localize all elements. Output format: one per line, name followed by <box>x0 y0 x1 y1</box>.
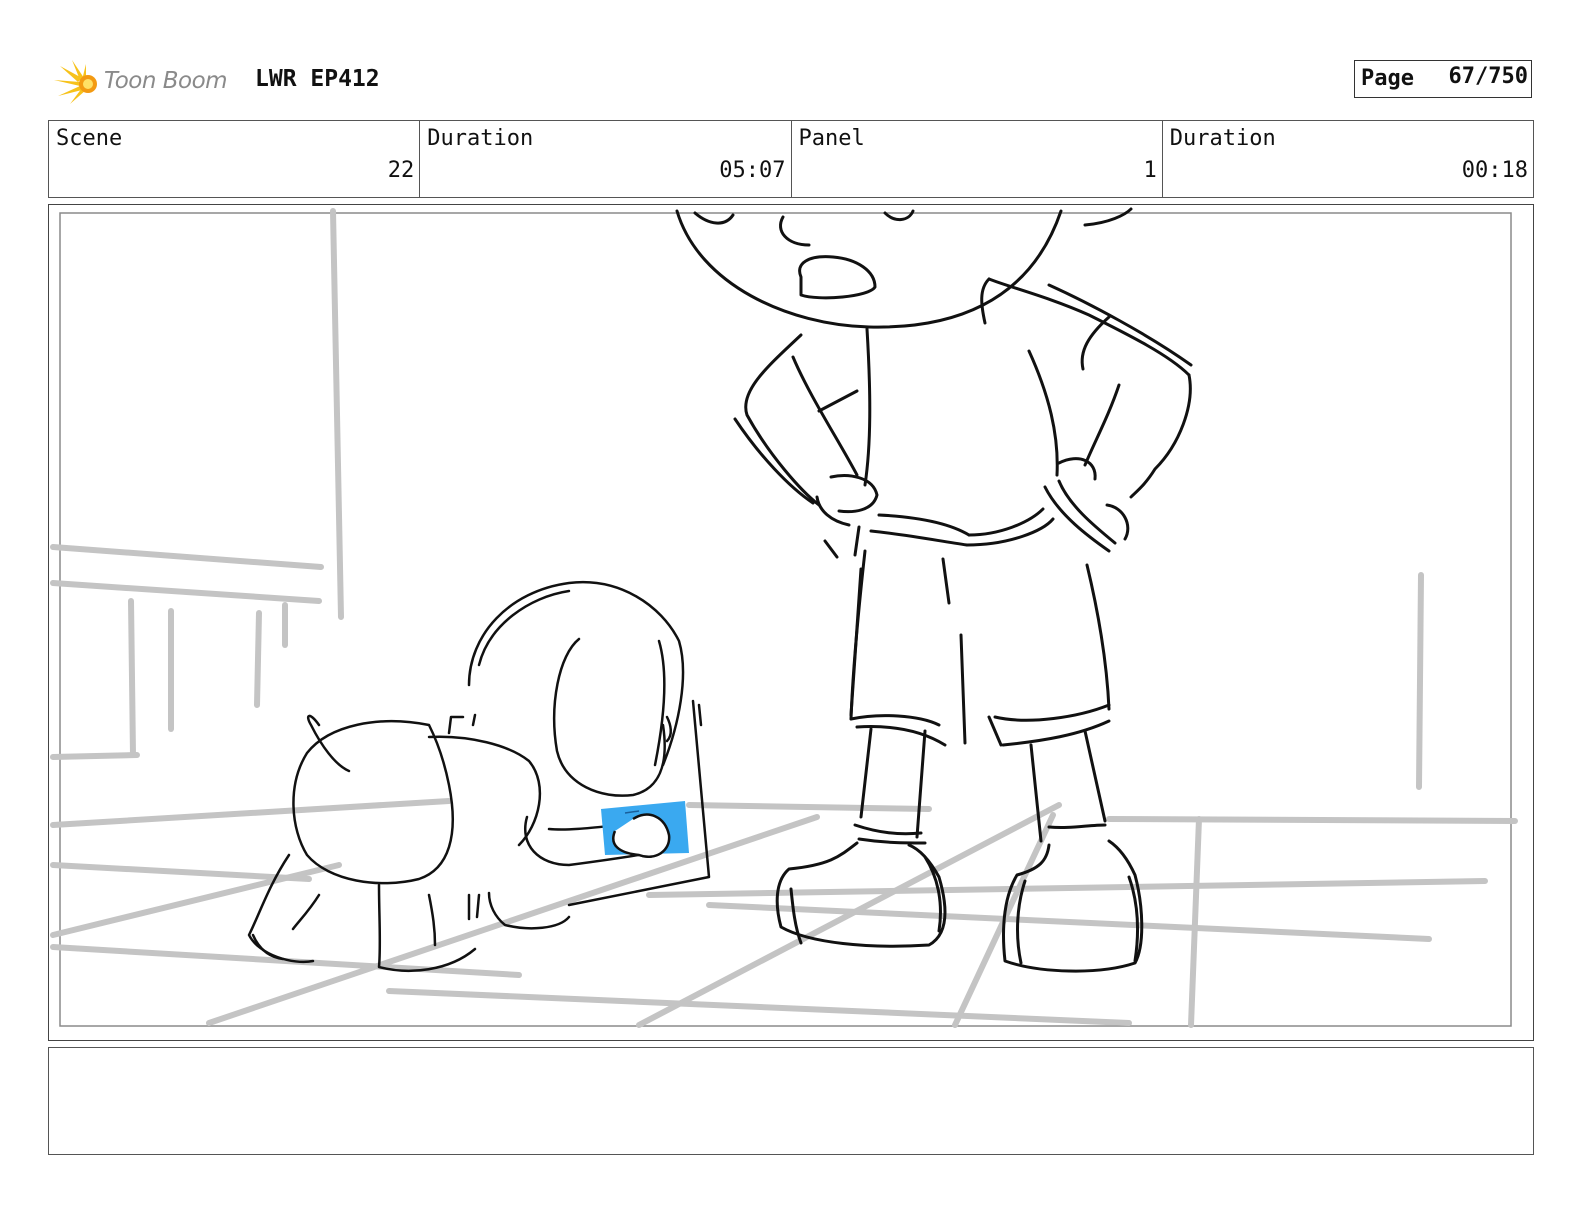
scene-duration-label: Duration <box>427 126 534 151</box>
panel-duration-cell: Duration 00:18 <box>1163 121 1533 197</box>
notes-box <box>48 1047 1534 1155</box>
storyboard-sketch <box>50 207 1518 1028</box>
panel-duration-label: Duration <box>1169 126 1276 151</box>
page-value: 67/750 <box>1448 64 1528 89</box>
page-counter: Page 67/750 <box>1354 60 1532 98</box>
scene-duration-value: 05:07 <box>719 158 786 183</box>
panel-cell: Panel 1 <box>792 121 1163 197</box>
panel-label: Panel <box>798 126 865 151</box>
panel-duration-value: 00:18 <box>1461 158 1528 183</box>
page-label: Page <box>1361 66 1414 91</box>
panel-info-bar: Scene 22 Duration 05:07 Panel 1 Duration… <box>48 120 1534 198</box>
starburst-icon <box>54 60 97 104</box>
scene-value: 22 <box>387 158 415 183</box>
storyboard-panel <box>48 204 1534 1041</box>
scene-duration-cell: Duration 05:07 <box>420 121 792 197</box>
scene-cell: Scene 22 <box>49 121 421 197</box>
logo-text: Toon Boom <box>104 68 228 94</box>
scene-label: Scene <box>56 126 123 151</box>
tablet-screen <box>601 801 689 858</box>
panel-value: 1 <box>1143 158 1157 183</box>
project-title: LWR EP412 <box>255 66 380 92</box>
toon-boom-logo: Toon Boom <box>52 56 242 108</box>
header: Toon Boom LWR EP412 Page 67/750 <box>52 52 1532 110</box>
